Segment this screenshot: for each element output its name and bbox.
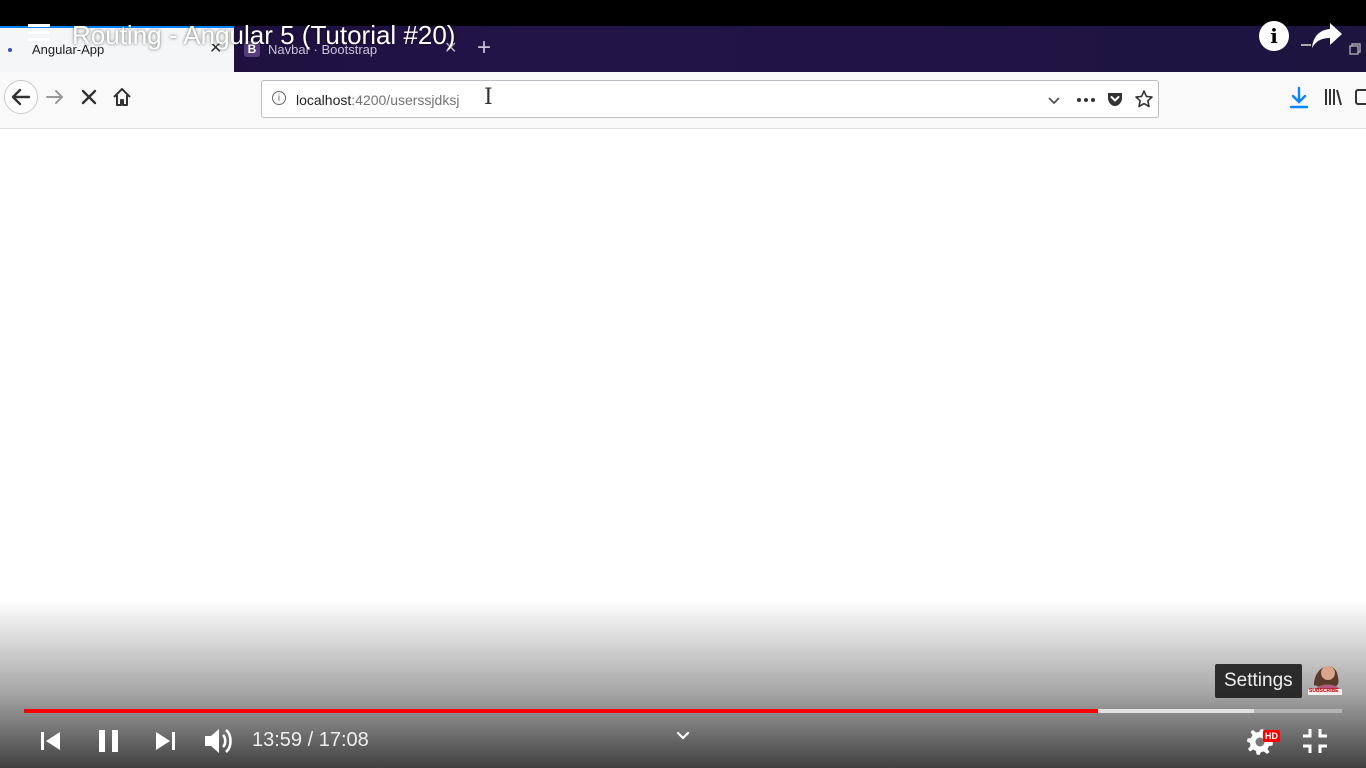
video-title[interactable]: Routing - Angular 5 (Tutorial #20) [72,20,455,51]
url-host: localhost [296,92,352,108]
back-button[interactable] [4,80,38,114]
minimize-icon[interactable] [1301,44,1311,46]
sidebar-icon[interactable] [1354,86,1366,108]
back-arrow-icon [11,88,31,106]
loading-indicator [8,48,12,52]
url-dropdown-icon[interactable] [1047,93,1061,107]
download-icon[interactable] [1288,86,1310,110]
chevron-down-icon[interactable] [675,728,691,744]
bookmark-star-icon[interactable] [1134,89,1154,109]
channel-watermark[interactable]: SUBSCRIBE [1306,655,1344,697]
stop-loading-icon[interactable] [78,86,100,108]
watermark-label: SUBSCRIBE [1309,688,1339,694]
new-tab-icon[interactable]: + [477,34,491,62]
pocket-icon[interactable] [1106,90,1124,108]
text-cursor-icon: I [484,85,493,110]
pause-icon[interactable] [95,727,123,755]
url-text[interactable]: localhost:4200/userssjdksj [296,92,459,108]
hd-badge: HD [1263,730,1280,742]
exit-fullscreen-icon[interactable] [1301,727,1329,755]
forward-arrow-icon[interactable] [44,86,66,108]
library-icon[interactable] [1322,86,1344,108]
skip-next-icon[interactable] [152,729,178,753]
home-icon[interactable] [111,86,133,108]
progress-played [24,709,1099,713]
settings-tooltip: Settings [1215,664,1302,698]
skip-previous-icon[interactable] [38,729,64,753]
time-display: 13:59 / 17:08 [252,729,369,751]
share-arrow-icon[interactable] [1310,20,1344,50]
url-path: :4200/userssjdksj [351,92,460,108]
page-actions-icon[interactable] [1076,93,1096,107]
restore-window-icon[interactable] [1349,43,1361,55]
info-icon[interactable]: i [1259,21,1289,51]
url-bar[interactable]: i localhost:4200/userssjdksj I [261,80,1159,118]
site-info-icon[interactable]: i [272,91,286,105]
hamburger-menu-icon[interactable] [28,24,50,45]
volume-icon[interactable] [202,725,236,757]
